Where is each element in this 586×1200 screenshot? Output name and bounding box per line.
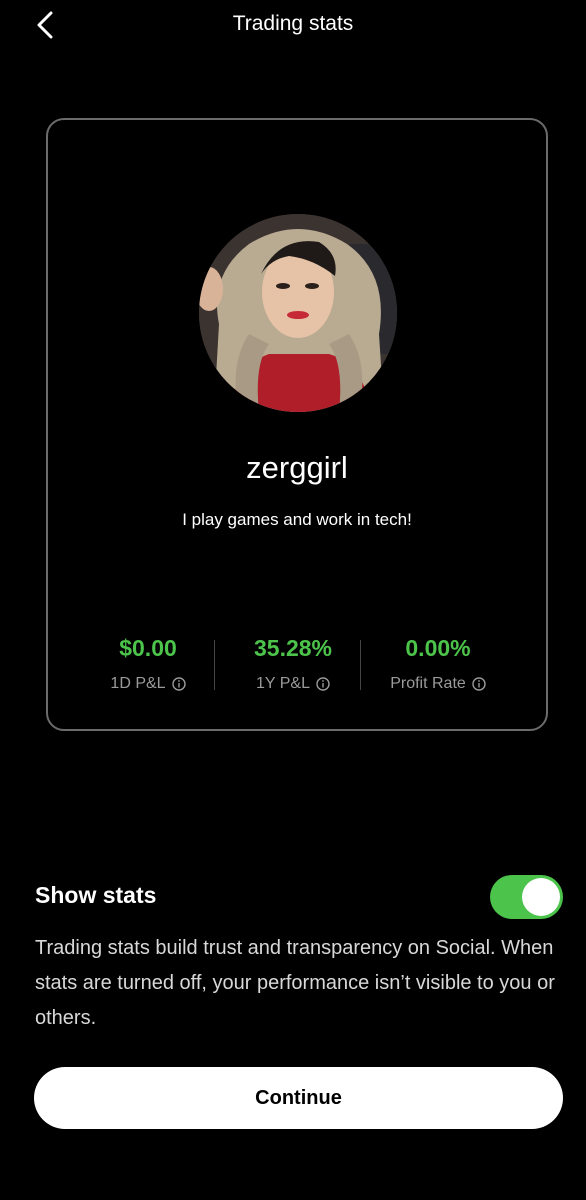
show-stats-description: Trading stats build trust and transparen… (35, 937, 555, 1029)
stat-label: 1D P&L (110, 675, 166, 692)
page-title: Trading stats (232, 12, 354, 35)
top-bar: Trading stats (0, 0, 586, 50)
stats-row: $0.00 1D P&L 35.28% 1Y P&L 0.00% Profit … (48, 635, 546, 705)
avatar (199, 214, 397, 412)
stat-1d-pnl: $0.00 1D P&L (83, 635, 213, 693)
stat-divider (360, 640, 361, 690)
stat-label: 1Y P&L (256, 675, 310, 692)
info-icon[interactable] (316, 677, 330, 691)
stat-label: Profit Rate (390, 675, 466, 692)
stat-1y-pnl: 35.28% 1Y P&L (228, 635, 358, 693)
stat-value: 35.28% (253, 635, 332, 661)
stat-divider (214, 640, 215, 690)
toggle-knob (522, 878, 560, 916)
profile-card: zerggirl I play games and work in tech! … (46, 118, 548, 731)
stat-profit-rate: 0.00% Profit Rate (373, 635, 503, 693)
info-icon[interactable] (171, 677, 186, 691)
stat-value: 0.00% (405, 635, 471, 661)
bio: I play games and work in tech! (182, 510, 412, 529)
profile-photo (199, 214, 397, 412)
info-icon[interactable] (472, 677, 486, 691)
stat-label-row: Profit Rate (373, 675, 503, 693)
stat-label-row: 1D P&L (83, 675, 213, 693)
username: zerggirl (246, 450, 348, 485)
continue-button[interactable]: Continue (34, 1067, 563, 1129)
stat-label-row: 1Y P&L (228, 675, 358, 693)
stat-value: $0.00 (119, 635, 177, 661)
show-stats-toggle[interactable] (490, 875, 563, 919)
show-stats-label: Show stats (35, 882, 157, 908)
